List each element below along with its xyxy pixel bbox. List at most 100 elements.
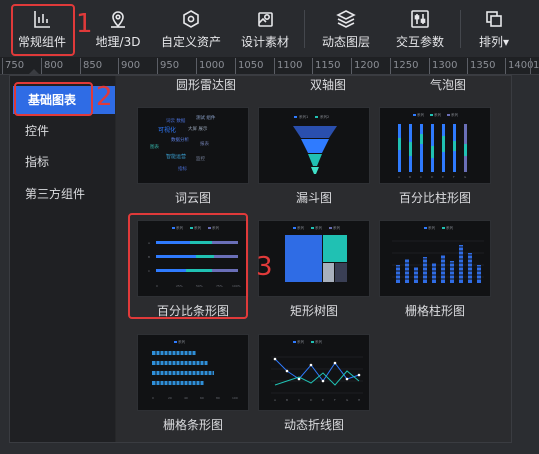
- svg-text:图表: 图表: [150, 143, 159, 150]
- ruler-tick: 1000: [196, 58, 224, 74]
- percent-column-thumbnail: 系列 系列 系列 A B C D E F G: [379, 107, 491, 184]
- card-label: 漏斗图: [295, 191, 332, 205]
- toolbar-item-label: 交互参数: [395, 35, 444, 49]
- svg-text:E: E: [442, 175, 444, 179]
- toolbar-item-label: 地理/3D: [95, 35, 141, 49]
- layers-icon: [336, 10, 356, 28]
- svg-text:监控: 监控: [196, 155, 205, 162]
- svg-text:B: B: [409, 175, 411, 179]
- svg-text:系列: 系列: [417, 112, 425, 117]
- svg-text:测试 组件: 测试 组件: [196, 114, 216, 121]
- svg-text:词云 数据: 词云 数据: [166, 117, 186, 124]
- grid-column-thumbnail: 系列 系列: [379, 220, 491, 297]
- toolbar-item-label: 排列▾: [478, 35, 510, 49]
- svg-text:系列: 系列: [315, 225, 323, 230]
- toolbar-dynamic-layers[interactable]: 动态图层: [318, 5, 374, 53]
- svg-text:系列: 系列: [178, 339, 185, 344]
- svg-text:系列: 系列: [297, 339, 305, 344]
- svg-text:H: H: [358, 398, 360, 402]
- card-label-dual-axis[interactable]: 双轴图: [268, 76, 388, 93]
- svg-text:系列: 系列: [428, 225, 436, 230]
- svg-text:A: A: [274, 398, 277, 402]
- svg-text:A: A: [398, 175, 401, 179]
- ruler-tick: 1350: [467, 58, 495, 74]
- toolbar-custom-assets[interactable]: 自定义资产: [158, 5, 224, 53]
- svg-text:60: 60: [200, 396, 204, 400]
- annotation-highlight-1: [11, 4, 75, 56]
- annotation-highlight-2: [14, 82, 93, 116]
- annotation-number-2: 2: [96, 82, 113, 112]
- toolbar-divider: [304, 10, 305, 48]
- svg-text:可视化: 可视化: [158, 126, 176, 134]
- ruler-tick: 900: [118, 58, 140, 74]
- horizontal-ruler: 750 800 850 900 950 1000 1050 1100 1150 …: [0, 58, 539, 75]
- treemap-thumbnail: 系列 系列 系列: [258, 220, 370, 297]
- card-label-bubble[interactable]: 气泡图: [388, 76, 508, 93]
- word-cloud-thumbnail: 词云 数据 测试 组件 可视化 大屏 展示 数据分析 图表 报表 智能运营 监控…: [137, 107, 249, 184]
- ruler-tick: 1150: [312, 58, 340, 74]
- toolbar-interaction-params[interactable]: 交互参数: [392, 5, 448, 53]
- svg-text:智能运营: 智能运营: [166, 153, 186, 160]
- svg-text:G: G: [346, 398, 349, 402]
- card-label: 词云图: [174, 191, 211, 205]
- svg-text:D: D: [431, 175, 434, 179]
- svg-text:系列: 系列: [451, 112, 459, 117]
- dynamic-line-thumbnail: 系列 系列 A B C D E F G H: [258, 334, 370, 411]
- svg-text:C: C: [298, 398, 300, 402]
- ruler-tick: 800: [41, 58, 63, 74]
- svg-text:B: B: [286, 398, 288, 402]
- annotation-number-3: 3: [256, 252, 273, 282]
- svg-text:系列: 系列: [333, 225, 341, 230]
- toolbar-design-materials[interactable]: 设计素材: [238, 5, 292, 53]
- sidebar-item-metrics[interactable]: 指标: [10, 148, 115, 176]
- image-icon: [258, 12, 273, 27]
- category-sidebar: 基础图表 控件 指标 第三方组件: [10, 76, 115, 442]
- svg-text:C: C: [420, 175, 422, 179]
- copy-icon: [486, 11, 502, 27]
- toolbar-arrange[interactable]: 排列▾: [472, 5, 516, 53]
- grid-bar-thumbnail: 系列 0 20 40 60 80 100: [137, 334, 249, 411]
- ruler-tick: 1200: [351, 58, 379, 74]
- sidebar-item-third-party[interactable]: 第三方组件: [10, 180, 115, 208]
- toolbar-item-label: 自定义资产: [160, 35, 221, 49]
- svg-text:指标: 指标: [178, 165, 187, 172]
- svg-text:大屏 展示: 大屏 展示: [188, 125, 208, 132]
- card-label: 矩形树图: [289, 304, 338, 318]
- sidebar-item-controls[interactable]: 控件: [10, 117, 115, 145]
- toolbar-divider: [460, 10, 461, 48]
- ruler-tick: 1250: [390, 58, 418, 74]
- svg-text:报表: 报表: [200, 140, 209, 147]
- svg-text:系列2: 系列2: [320, 114, 329, 119]
- toolbar-geo-3d[interactable]: 地理/3D: [92, 5, 144, 53]
- svg-text:0: 0: [152, 396, 154, 400]
- svg-text:F: F: [453, 175, 455, 179]
- toolbar-item-label: 动态图层: [321, 35, 370, 49]
- card-label: 栅格柱形图: [404, 304, 465, 318]
- sliders-icon: [411, 10, 429, 28]
- svg-text:40: 40: [184, 396, 188, 400]
- svg-text:E: E: [322, 398, 324, 402]
- svg-text:系列: 系列: [315, 339, 323, 344]
- svg-text:F: F: [334, 398, 336, 402]
- svg-text:20: 20: [168, 396, 172, 400]
- svg-text:系列: 系列: [446, 225, 454, 230]
- toolbar-item-label: 设计素材: [240, 35, 289, 49]
- svg-text:D: D: [310, 398, 313, 402]
- svg-text:系列: 系列: [297, 225, 305, 230]
- hexagon-icon: [183, 10, 199, 28]
- ruler-tick: 850: [80, 58, 102, 74]
- funnel-thumbnail: 系列1 系列2: [258, 107, 370, 184]
- ruler-tick: 1050: [235, 58, 263, 74]
- ruler-tick: 950: [157, 58, 179, 74]
- svg-text:系列: 系列: [434, 112, 442, 117]
- svg-text:80: 80: [216, 396, 220, 400]
- ruler-tick: 1100: [274, 58, 302, 74]
- ruler-tick: 750: [2, 58, 24, 74]
- svg-text:系列1: 系列1: [299, 114, 308, 119]
- svg-text:G: G: [464, 175, 467, 179]
- card-label: 动态折线图: [283, 418, 344, 432]
- map-pin-icon: [111, 11, 125, 28]
- card-label: 栅格条形图: [162, 418, 223, 432]
- card-label-radar[interactable]: 圆形雷达图: [146, 76, 266, 93]
- svg-text:数据分析: 数据分析: [171, 136, 189, 143]
